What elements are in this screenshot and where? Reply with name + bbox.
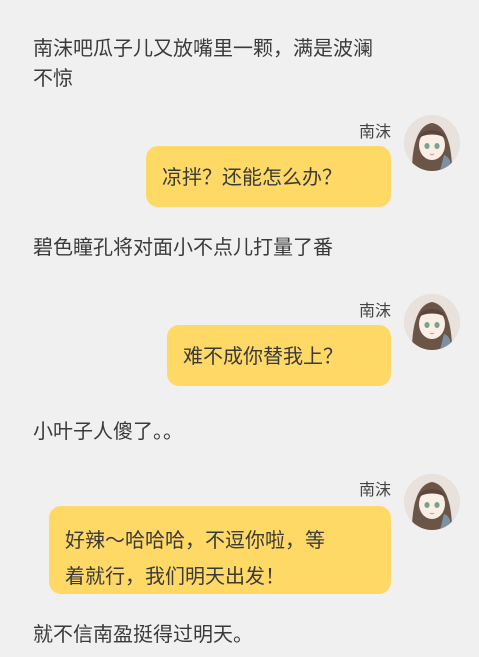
sender-name-1: 南沫	[358, 122, 391, 141]
avatar-icon[interactable]	[404, 474, 460, 530]
narration-text-2: 碧色瞳孔将对面小不点儿打量了番	[33, 235, 333, 259]
avatar-icon[interactable]	[404, 294, 460, 350]
chat-bubble-1: 凉拌？还能怎么办？	[146, 146, 391, 207]
avatar-icon[interactable]	[404, 115, 460, 171]
sender-name-3: 南沫	[358, 480, 391, 499]
narration-text-3: 小叶子人傻了。。	[33, 419, 183, 443]
narration-text-4: 就不信南盈挺得过明天。	[33, 622, 253, 646]
chat-bubble-text-3: 好辣～哈哈哈，不逗你啦，等 着就行，我们明天出发！	[65, 528, 325, 588]
sender-name-2: 南沫	[358, 301, 391, 320]
chat-bubble-text-1: 凉拌？还能怎么办？	[162, 164, 342, 189]
chat-bubble-text-2: 难不成你替我上？	[183, 343, 343, 368]
chat-bubble-2: 难不成你替我上？	[167, 325, 391, 386]
narration-text-1: 南沫吧瓜子儿又放嘴里一颗，满是波澜 不惊	[33, 36, 373, 90]
chat-bubble-3: 好辣～哈哈哈，不逗你啦，等 着就行，我们明天出发！	[49, 506, 391, 594]
